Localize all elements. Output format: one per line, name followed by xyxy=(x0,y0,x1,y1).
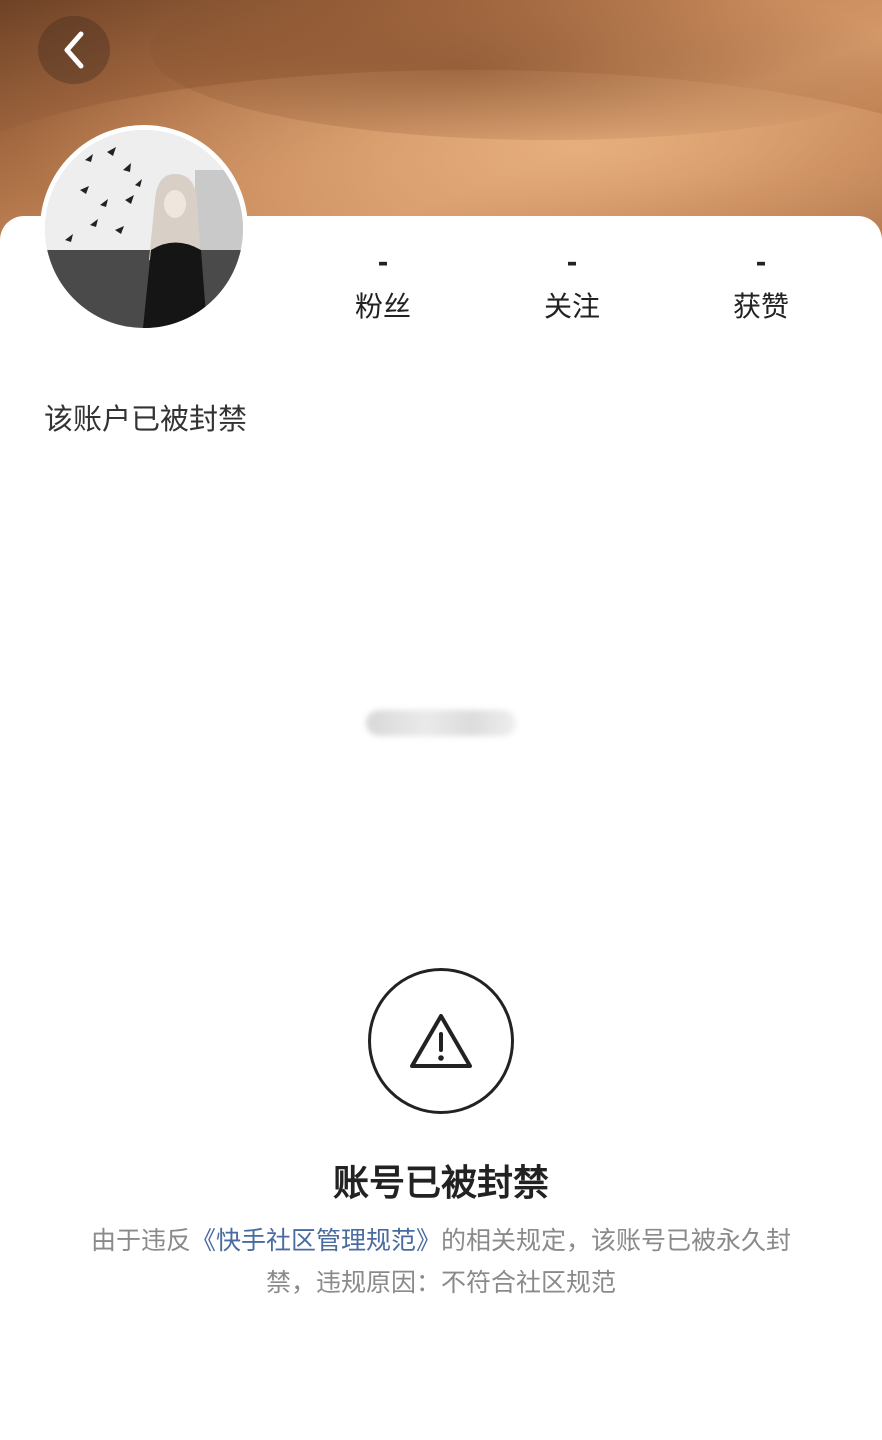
stat-following[interactable]: - 关注 xyxy=(481,250,663,330)
back-button[interactable] xyxy=(38,16,110,84)
stat-likes-label: 获赞 xyxy=(732,290,789,323)
warning-triangle-icon xyxy=(410,1014,472,1068)
ban-description: 由于违反《快手社区管理规范》的相关规定，该账号已被永久封禁，违规原因：不符合社区… xyxy=(90,1220,792,1304)
avatar[interactable] xyxy=(40,125,248,333)
community-rules-link[interactable]: 《快手社区管理规范》 xyxy=(191,1226,441,1255)
stat-fans-value: - xyxy=(377,248,389,278)
warning-badge xyxy=(368,968,514,1114)
ban-desc-prefix: 由于违反 xyxy=(90,1226,191,1255)
stat-following-label: 关注 xyxy=(543,290,600,323)
account-banned-note: 该账户已被封禁 xyxy=(44,402,248,436)
ban-title: 账号已被封禁 xyxy=(332,1163,549,1204)
avatar-photo xyxy=(45,130,243,328)
stat-fans-label: 粉丝 xyxy=(354,290,411,323)
stat-likes[interactable]: - 获赞 xyxy=(670,250,852,330)
blurred-username xyxy=(366,710,516,736)
profile-stats: - 粉丝 - 关注 - 获赞 xyxy=(292,250,852,330)
stat-following-value: - xyxy=(566,248,578,278)
stat-likes-value: - xyxy=(755,248,767,278)
chevron-left-icon xyxy=(64,31,84,69)
stat-fans[interactable]: - 粉丝 xyxy=(292,250,474,330)
